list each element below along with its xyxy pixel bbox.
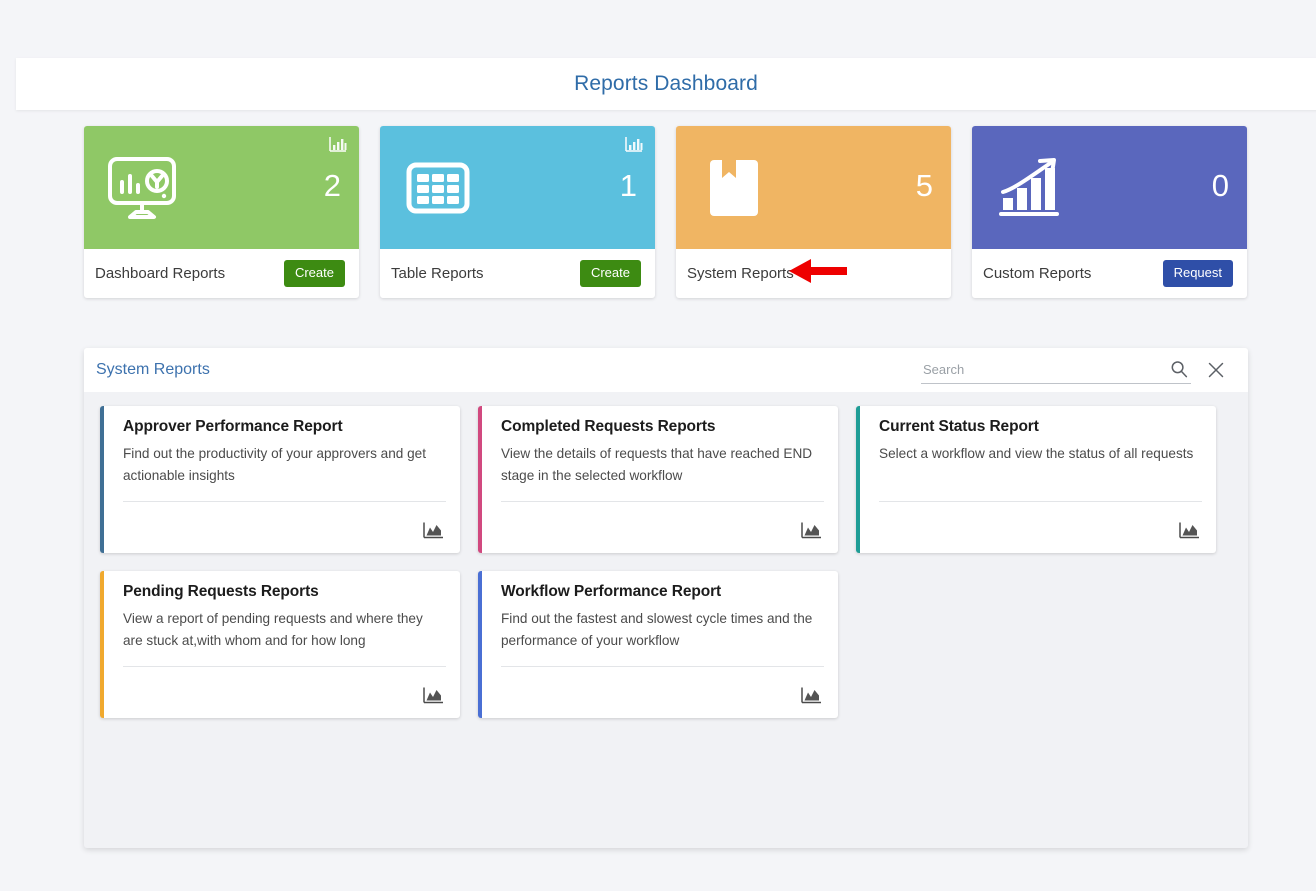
bar-chart-badge-icon [328,134,348,154]
report-card-title: Approver Performance Report [123,418,343,435]
area-chart-icon [801,687,821,704]
tile-visual: 5 [676,126,951,249]
report-card-title: Current Status Report [879,418,1039,435]
area-chart-icon[interactable] [800,686,822,705]
bar-chart-badge-icon [624,134,644,154]
monitor-chart-icon [106,152,178,224]
search-input[interactable] [921,357,1159,382]
tile-footer: Dashboard Reports Create [84,249,359,298]
area-chart-icon[interactable] [800,521,822,540]
search-icon[interactable] [1170,360,1189,379]
report-card-description: Find out the fastest and slowest cycle t… [501,611,813,649]
tile-label: System Reports [687,265,794,282]
report-card[interactable]: Approver Performance Report Find out the… [100,406,460,553]
divider [123,666,446,667]
system-reports-panel: System Reports Approver Performance Repo… [84,348,1248,848]
report-card[interactable]: Workflow Performance Report Find out the… [478,571,838,718]
divider [123,501,446,502]
close-icon[interactable] [1207,361,1225,379]
growth-bar-chart-icon [999,158,1059,216]
report-card-title: Workflow Performance Report [501,583,722,600]
monitor-chart-icon [108,157,176,219]
bar-chart-badge-icon [625,137,643,152]
tile-footer: Table Reports Create [380,249,655,298]
create-button[interactable]: Create [283,260,345,287]
area-chart-icon [423,687,443,704]
bookmark-book-icon [710,160,758,216]
area-chart-icon[interactable] [422,686,444,705]
search-field[interactable] [921,357,1191,384]
report-card-grid: Approver Performance Report Find out the… [100,406,1232,718]
report-card-description: Find out the productivity of your approv… [123,446,427,484]
app-header: Reports Dashboard [16,58,1316,110]
area-chart-icon [801,522,821,539]
area-chart-icon[interactable] [422,521,444,540]
table-grid-icon [402,152,474,224]
report-card-title: Pending Requests Reports [123,583,319,600]
red-arrow-annotation [789,259,847,283]
report-card[interactable]: Pending Requests Reports View a report o… [100,571,460,718]
divider [501,666,824,667]
panel-body: Approver Performance Report Find out the… [84,392,1248,718]
tile-footer: Custom Reports Request [972,249,1247,298]
tile-count: 2 [323,168,341,203]
divider [879,501,1202,502]
report-card-description: Select a workflow and view the status of… [879,446,1194,461]
divider [501,501,824,502]
table-grid-icon [406,162,470,214]
tile-footer: System Reports [676,249,951,298]
area-chart-icon[interactable] [1178,521,1200,540]
create-button[interactable]: Create [579,260,641,287]
report-tile-system-reports[interactable]: 5 System Reports [676,126,951,298]
report-card[interactable]: Completed Requests Reports View the deta… [478,406,838,553]
page-title: Reports Dashboard [574,72,758,95]
growth-bar-chart-icon [994,152,1066,224]
area-chart-icon [1179,522,1199,539]
area-chart-icon [423,522,443,539]
report-card-description: View the details of requests that have r… [501,446,813,484]
report-tile-custom-reports[interactable]: 0 Custom Reports Request [972,126,1247,298]
red-arrow-annotation [789,257,847,285]
panel-title: System Reports [96,361,210,378]
tile-label: Table Reports [391,265,484,282]
report-tile-table-reports[interactable]: 1 Table Reports Create [380,126,655,298]
bar-chart-badge-icon [329,137,347,152]
report-tile-dashboard-reports[interactable]: 2 Dashboard Reports Create [84,126,359,298]
tile-label: Dashboard Reports [95,265,226,282]
report-card[interactable]: Current Status Report Select a workflow … [856,406,1216,553]
tile-visual: 2 [84,126,359,249]
tile-visual: 0 [972,126,1247,249]
tile-count: 0 [1211,168,1229,203]
report-type-tiles: 2 Dashboard Reports Create 1 Table Repor… [84,126,1248,298]
bookmark-book-icon [698,152,770,224]
tile-count: 5 [915,168,933,203]
request-button[interactable]: Request [1162,260,1233,287]
panel-header: System Reports [84,348,1248,392]
tile-count: 1 [619,168,637,203]
report-card-description: View a report of pending requests and wh… [123,611,423,649]
tile-label: Custom Reports [983,265,1092,282]
report-card-title: Completed Requests Reports [501,418,716,435]
tile-visual: 1 [380,126,655,249]
